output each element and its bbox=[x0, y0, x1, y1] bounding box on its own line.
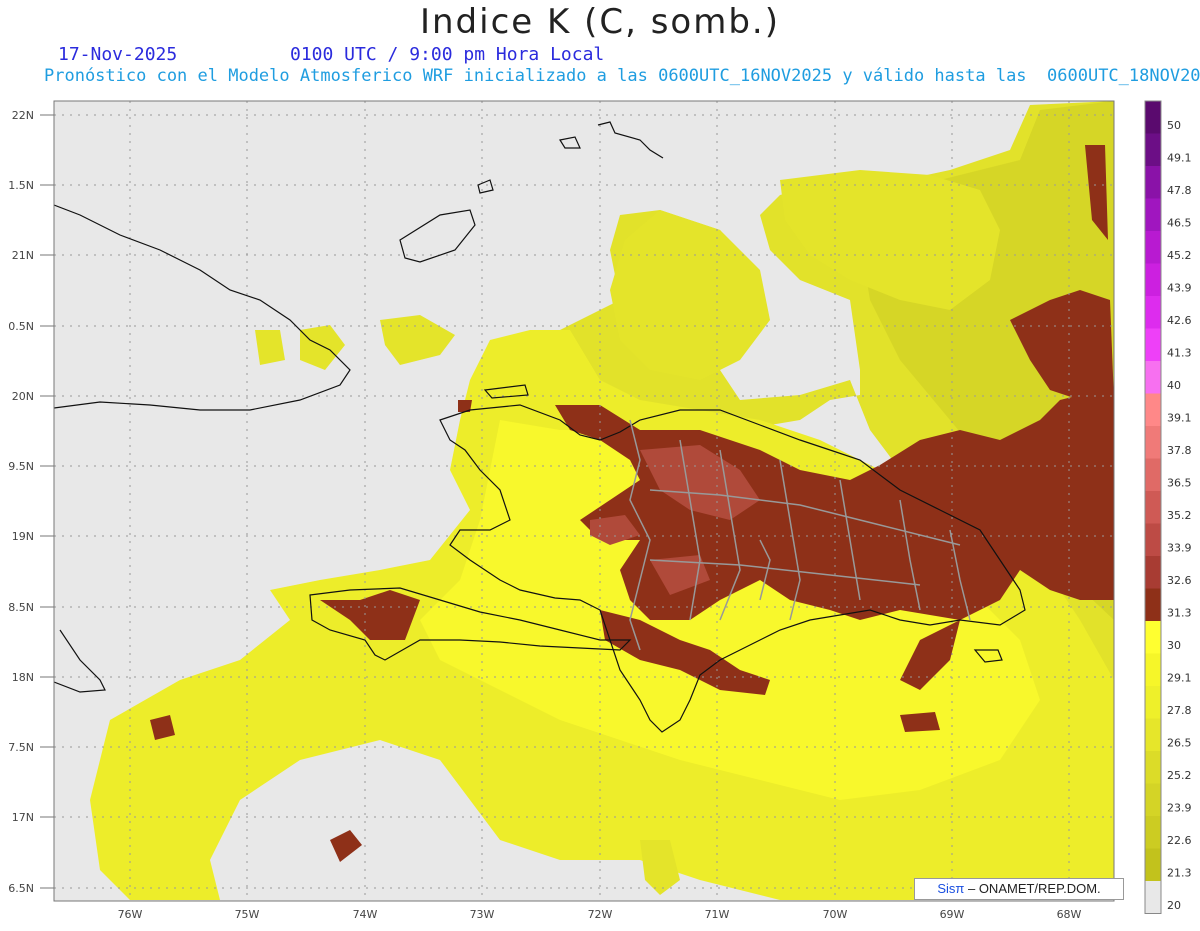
map-area: 22N 1.5N 21N 0.5N 20N 9.5N 19N 8.5N 18N … bbox=[0, 0, 1200, 927]
colorbar-label: 31.3 bbox=[1167, 607, 1192, 620]
colorbar-swatch bbox=[1145, 686, 1161, 719]
colorbar-label: 26.5 bbox=[1167, 737, 1192, 750]
credit-box: Sisπ – ONAMET/REP.DOM. bbox=[914, 878, 1124, 900]
lon-label: 73W bbox=[470, 908, 495, 921]
colorbar-label: 42.6 bbox=[1167, 314, 1192, 327]
colorbar-label: 43.9 bbox=[1167, 282, 1192, 295]
colorbar-label: 21.3 bbox=[1167, 867, 1192, 880]
colorbar-label: 49.1 bbox=[1167, 152, 1192, 165]
colorbar-swatch bbox=[1145, 881, 1161, 914]
lat-label: 0.5N bbox=[8, 320, 34, 333]
colorbar-swatch bbox=[1145, 198, 1161, 231]
credit-brand: Sisπ bbox=[937, 881, 965, 896]
lat-label: 17N bbox=[12, 811, 34, 824]
lon-label: 74W bbox=[353, 908, 378, 921]
lon-label: 69W bbox=[940, 908, 965, 921]
lat-label: 9.5N bbox=[8, 460, 34, 473]
colorbar-label: 29.1 bbox=[1167, 672, 1192, 685]
lat-label: 7.5N bbox=[8, 741, 34, 754]
colorbar-swatch bbox=[1145, 783, 1161, 816]
lon-label: 72W bbox=[588, 908, 613, 921]
credit-text: – ONAMET/REP.DOM. bbox=[964, 881, 1101, 896]
lat-label: 8.5N bbox=[8, 601, 34, 614]
colorbar-label: 47.8 bbox=[1167, 184, 1192, 197]
colorbar-swatch bbox=[1145, 523, 1161, 556]
colorbar-swatch bbox=[1145, 166, 1161, 199]
colorbar-swatch bbox=[1145, 426, 1161, 459]
lat-label: 20N bbox=[12, 390, 34, 403]
colorbar-label: 39.1 bbox=[1167, 412, 1192, 425]
colorbar-swatch bbox=[1145, 556, 1161, 589]
lat-ticks bbox=[40, 114, 54, 889]
colorbar-swatch bbox=[1145, 621, 1161, 654]
lat-label: 21N bbox=[12, 249, 34, 262]
colorbar-swatch bbox=[1145, 328, 1161, 361]
colorbar-label: 41.3 bbox=[1167, 347, 1192, 360]
colorbar-swatch bbox=[1145, 653, 1161, 686]
colorbar-label: 40 bbox=[1167, 379, 1181, 392]
colorbar-swatch bbox=[1145, 101, 1161, 134]
colorbar-swatch bbox=[1145, 718, 1161, 751]
lon-label: 68W bbox=[1057, 908, 1082, 921]
colorbar-label: 30 bbox=[1167, 639, 1181, 652]
lat-label: 6.5N bbox=[8, 882, 34, 895]
colorbar-label: 35.2 bbox=[1167, 509, 1192, 522]
colorbar-swatch bbox=[1145, 848, 1161, 881]
colorbar-label: 27.8 bbox=[1167, 704, 1192, 717]
colorbar-swatch bbox=[1145, 491, 1161, 524]
colorbar-label: 23.9 bbox=[1167, 802, 1192, 815]
colorbar-label: 46.5 bbox=[1167, 217, 1192, 230]
lat-label: 19N bbox=[12, 530, 34, 543]
lon-label: 70W bbox=[823, 908, 848, 921]
colorbar-swatch bbox=[1145, 231, 1161, 264]
lat-label: 1.5N bbox=[8, 179, 34, 192]
colorbar-swatch bbox=[1145, 816, 1161, 849]
colorbar-label: 37.8 bbox=[1167, 444, 1192, 457]
colorbar-label: 45.2 bbox=[1167, 249, 1192, 262]
lon-label: 75W bbox=[235, 908, 260, 921]
lat-axis: 22N 1.5N 21N 0.5N 20N 9.5N 19N 8.5N 18N … bbox=[8, 109, 34, 895]
lon-label: 76W bbox=[118, 908, 143, 921]
colorbar-swatch bbox=[1145, 393, 1161, 426]
colorbar-swatch bbox=[1145, 263, 1161, 296]
colorbar-label: 25.2 bbox=[1167, 769, 1192, 782]
colorbar-label: 33.9 bbox=[1167, 542, 1192, 555]
colorbar-swatch bbox=[1145, 751, 1161, 784]
colorbar-label: 36.5 bbox=[1167, 477, 1192, 490]
lon-label: 71W bbox=[705, 908, 730, 921]
lon-axis: 76W 75W 74W 73W 72W 71W 70W 69W 68W bbox=[118, 908, 1082, 921]
map-svg: 22N 1.5N 21N 0.5N 20N 9.5N 19N 8.5N 18N … bbox=[8, 100, 1192, 921]
lat-label: 18N bbox=[12, 671, 34, 684]
colorbar: 50 49.1 47.8 46.5 45.2 43.9 42.6 41.3 40 39.1 37.8… bbox=[1144, 100, 1192, 914]
colorbar-swatch bbox=[1145, 361, 1161, 394]
colorbar-swatch bbox=[1145, 458, 1161, 491]
colorbar-swatch bbox=[1145, 296, 1161, 329]
colorbar-swatch bbox=[1145, 133, 1161, 166]
colorbar-label: 50 bbox=[1167, 119, 1181, 132]
colorbar-label: 32.6 bbox=[1167, 574, 1192, 587]
colorbar-label: 22.6 bbox=[1167, 834, 1192, 847]
lat-label: 22N bbox=[12, 109, 34, 122]
colorbar-swatch bbox=[1145, 588, 1161, 621]
colorbar-label: 20 bbox=[1167, 899, 1181, 912]
